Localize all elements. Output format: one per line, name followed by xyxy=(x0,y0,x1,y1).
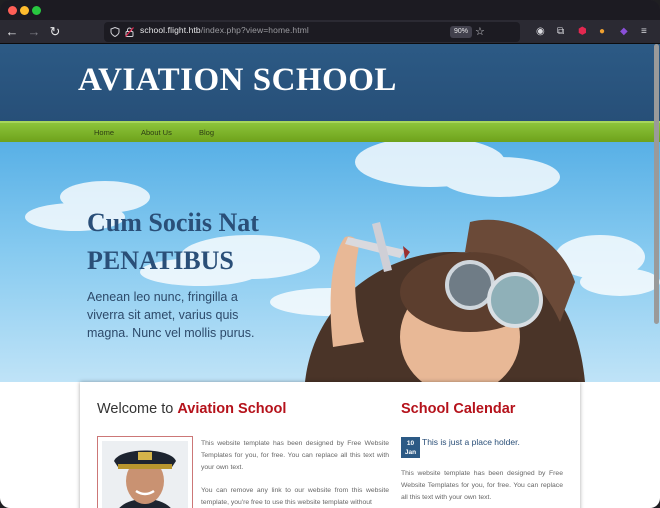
title-bar xyxy=(0,0,660,20)
event-date-badge: 10 Jan xyxy=(401,437,420,458)
page-scrollbar[interactable] xyxy=(654,44,659,324)
pilot-image xyxy=(102,441,188,508)
minimize-window-button[interactable] xyxy=(20,6,29,15)
hero-text: Aenean leo nunc, fringilla a viverra sit… xyxy=(87,290,255,340)
site-logo-title[interactable]: AVIATION SCHOOL xyxy=(78,62,397,99)
url-text[interactable]: school.flight.htb/index.php?view=home.ht… xyxy=(140,25,309,35)
shield-icon[interactable] xyxy=(110,27,120,37)
extension-orange-icon[interactable]: ● xyxy=(599,26,605,38)
reload-icon[interactable]: ↻ xyxy=(47,24,63,40)
web-page: AVIATION SCHOOL Home About Us Blog Cum S… xyxy=(0,44,660,508)
hero-heading-line2: PENATIBUS xyxy=(87,246,234,275)
event-title-link[interactable]: This is just a place holder. xyxy=(422,437,520,447)
zoom-level-badge[interactable]: 90% xyxy=(450,26,473,38)
back-arrow-icon[interactable]: ← xyxy=(4,24,20,40)
welcome-paragraph-2: You can remove any link to our website f… xyxy=(201,487,389,506)
address-bar[interactable]: school.flight.htb/index.php?view=home.ht… xyxy=(104,22,520,42)
menu-icon[interactable]: ≡ xyxy=(641,26,647,38)
welcome-heading: Welcome to Aviation School xyxy=(97,401,287,417)
bookmark-star-icon[interactable]: ☆ xyxy=(475,26,485,38)
maximize-window-button[interactable] xyxy=(32,6,41,15)
menu-home[interactable]: Home xyxy=(94,128,114,137)
hero-banner: Cum Sociis Nat PENATIBUS Aenean leo nunc… xyxy=(0,142,660,382)
browser-window: ← → ↻ school.flight.htb/index.php?view=h… xyxy=(0,0,660,508)
main-menu: Home About Us Blog xyxy=(0,121,660,142)
menu-blog[interactable]: Blog xyxy=(199,128,214,137)
calendar-heading: School Calendar xyxy=(401,401,516,417)
event-text: This website template has been designed … xyxy=(401,470,563,501)
hero-heading-line1: Cum Sociis Nat xyxy=(87,208,259,237)
content-card: Welcome to Aviation School School Calend… xyxy=(80,382,580,508)
account-icon[interactable]: ◉ xyxy=(536,26,545,38)
menu-about-us[interactable]: About Us xyxy=(141,128,172,137)
pilot-photo xyxy=(97,436,193,508)
welcome-paragraph-1: This website template has been designed … xyxy=(201,440,389,471)
insecure-lock-icon[interactable] xyxy=(125,27,134,37)
browser-toolbar: ← → ↻ school.flight.htb/index.php?view=h… xyxy=(0,20,660,44)
close-window-button[interactable] xyxy=(8,6,17,15)
extensions-icon[interactable]: ⧉ xyxy=(557,26,564,38)
ublock-icon[interactable]: ⬢ xyxy=(578,26,587,38)
forward-arrow-icon[interactable]: → xyxy=(26,24,42,40)
extension-purple-icon[interactable]: ◆ xyxy=(620,26,628,38)
site-header: AVIATION SCHOOL xyxy=(0,44,660,121)
